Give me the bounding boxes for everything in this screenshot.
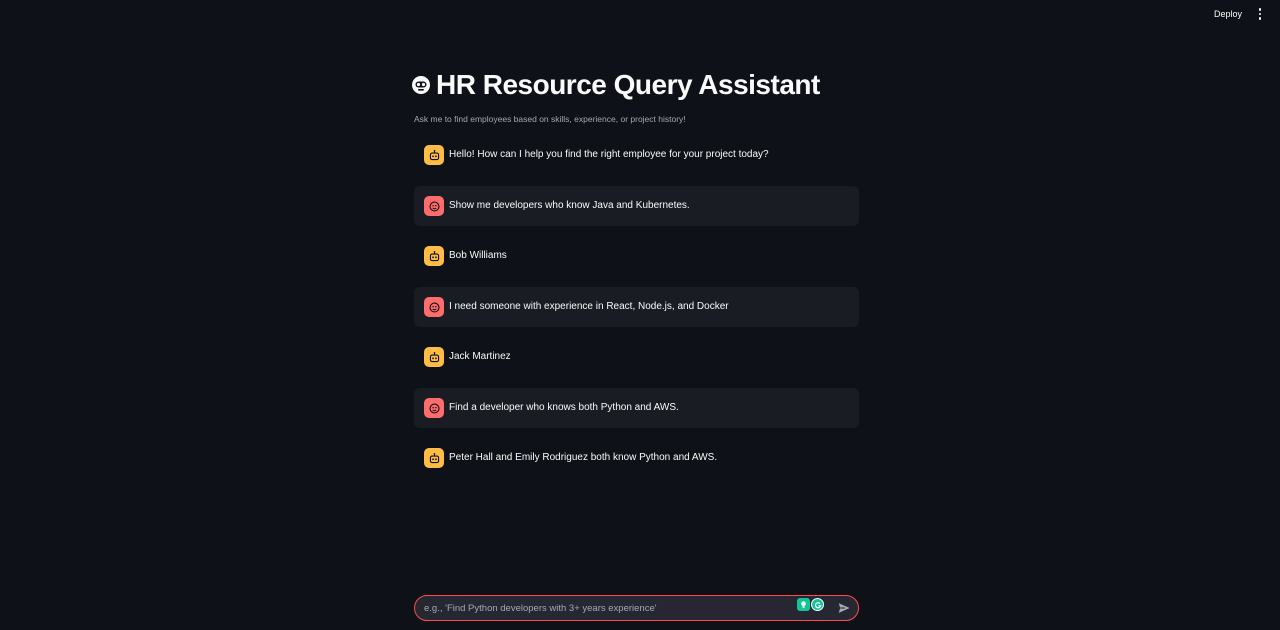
- chat-message-assistant: Bob Williams: [414, 236, 859, 276]
- kebab-vertical-icon[interactable]: [1252, 6, 1268, 22]
- chat-message-user: I need someone with experience in React,…: [414, 287, 859, 327]
- chat-message-assistant: Hello! How can I help you find the right…: [414, 135, 859, 175]
- message-text: Jack Martinez: [449, 351, 511, 362]
- message-text: Hello! How can I help you find the right…: [449, 149, 769, 160]
- top-toolbar: Deploy: [0, 0, 1280, 28]
- chat-message-assistant: Jack Martinez: [414, 337, 859, 377]
- deploy-button[interactable]: Deploy: [1208, 6, 1248, 22]
- robot-face-icon: [412, 76, 430, 94]
- page-header: HR Resource Query Assistant: [411, 68, 820, 102]
- grammarly-icon[interactable]: [811, 598, 824, 611]
- message-text: Peter Hall and Emily Rodriguez both know…: [449, 452, 718, 463]
- robot-avatar-icon: [424, 145, 444, 165]
- user-face-avatar-icon: [424, 196, 444, 216]
- message-text: I need someone with experience in React,…: [449, 301, 729, 312]
- message-text: Find a developer who knows both Python a…: [449, 402, 679, 413]
- robot-avatar-icon: [424, 448, 444, 468]
- chat-input[interactable]: [424, 596, 794, 620]
- page-subtitle: Ask me to find employees based on skills…: [414, 114, 686, 124]
- chat-message-user: Find a developer who knows both Python a…: [414, 388, 859, 428]
- message-text: Show me developers who know Java and Kub…: [449, 200, 690, 211]
- message-text: Bob Williams: [449, 250, 507, 261]
- user-face-avatar-icon: [424, 398, 444, 418]
- chat-input-container: [414, 595, 859, 621]
- chat-message-user: Show me developers who know Java and Kub…: [414, 186, 859, 226]
- robot-avatar-icon: [424, 246, 444, 266]
- user-face-avatar-icon: [424, 297, 444, 317]
- page-title: HR Resource Query Assistant: [436, 69, 820, 100]
- extension-icon[interactable]: [797, 598, 810, 611]
- chat-message-assistant: Peter Hall and Emily Rodriguez both know…: [414, 438, 859, 478]
- send-arrow-icon[interactable]: [837, 601, 851, 615]
- robot-avatar-icon: [424, 347, 444, 367]
